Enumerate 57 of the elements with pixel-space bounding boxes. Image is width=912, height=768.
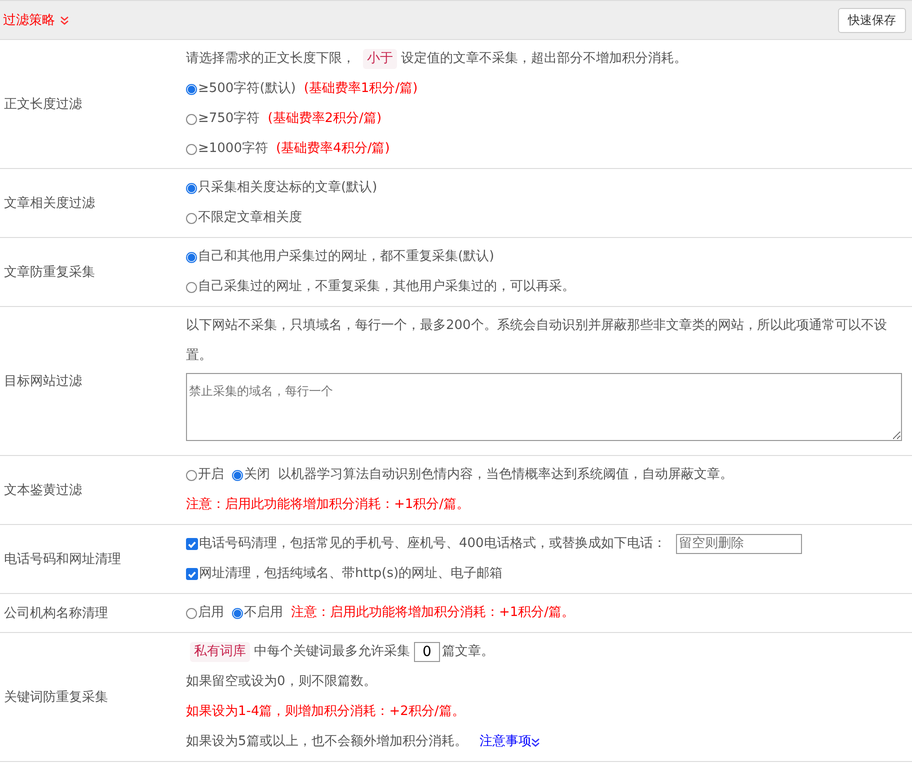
setting-label: 文章相关度过滤 bbox=[3, 195, 96, 213]
radio-button[interactable] bbox=[186, 84, 197, 94]
radio-button[interactable] bbox=[186, 144, 197, 154]
double-chevron-icon bbox=[60, 16, 69, 24]
radio-button[interactable] bbox=[186, 182, 197, 194]
radio-button[interactable] bbox=[186, 212, 197, 224]
radio-label[interactable]: 开启 bbox=[198, 460, 224, 490]
radio-button[interactable] bbox=[186, 282, 197, 292]
radio-label[interactable]: 只采集相关度达标的文章(默认) bbox=[198, 173, 378, 203]
phone-input-field[interactable]: 留空则删除 bbox=[676, 534, 802, 554]
description-text: 篇文章。 bbox=[442, 643, 494, 661]
count-input-field[interactable]: 0 bbox=[414, 642, 440, 662]
radio-label[interactable]: 不限定文章相关度 bbox=[198, 203, 302, 233]
radio-label[interactable]: 启用 bbox=[198, 598, 224, 628]
warning-text: (基础费率2积分/篇) bbox=[268, 110, 382, 128]
description-text: 以机器学习算法自动识别色情内容，当色情概率达到系统阈值，自动屏蔽文章。 bbox=[278, 466, 733, 484]
radio-label[interactable]: ≥1000字符 bbox=[198, 134, 268, 164]
radio-button[interactable] bbox=[232, 470, 243, 480]
warning-text: 注意：启用此功能将增加积分消耗：+1积分/篇。 bbox=[291, 604, 575, 622]
checkbox[interactable] bbox=[186, 538, 198, 550]
warning-text: 注意：启用此功能将增加积分消耗：+1积分/篇。 bbox=[186, 496, 470, 514]
description-text: 如果设为5篇或以上，也不会额外增加积分消耗。 bbox=[186, 733, 468, 751]
warning-text: 如果设为1-4篇，则增加积分消耗：+2积分/篇。 bbox=[186, 703, 465, 721]
warning-text: (基础费率4积分/篇) bbox=[276, 140, 390, 158]
description-text: 以下网站不采集，只填域名，每行一个，最多200个。系统会自动识别并屏蔽那些非文章类的网站，所以此项通常可以不设置。 bbox=[186, 317, 888, 365]
radio-button[interactable] bbox=[186, 470, 197, 480]
quick-save-button[interactable]: 快速保存 bbox=[838, 8, 906, 32]
setting-label: 目标网站过滤 bbox=[3, 373, 83, 391]
setting-label: 关键词防重复采集 bbox=[3, 689, 109, 707]
radio-button[interactable] bbox=[232, 608, 243, 618]
setting-label: 文章防重复采集 bbox=[3, 264, 96, 282]
radio-label[interactable]: ≥500字符(默认) bbox=[198, 74, 296, 104]
setting-label: 电话号码和网址清理 bbox=[3, 551, 122, 569]
setting-label: 文本鉴黄过滤 bbox=[3, 482, 83, 500]
radio-button[interactable] bbox=[186, 252, 197, 262]
description-text: 设定值的文章不采集，超出部分不增加积分消耗。 bbox=[401, 50, 687, 68]
radio-label[interactable]: ≥750字符 bbox=[198, 104, 260, 134]
radio-button[interactable] bbox=[186, 114, 197, 124]
description-text: 如果留空或设为0，则不限篇数。 bbox=[186, 673, 376, 691]
domain-textarea[interactable]: 禁止采集的域名，每行一个 bbox=[186, 373, 902, 441]
highlight-tag: 小于 bbox=[363, 49, 397, 69]
highlight-tag: 私有词库 bbox=[190, 642, 250, 662]
description-text: 请选择需求的正文长度下限， bbox=[186, 50, 355, 68]
description-text: 中每个关键词最多允许采集 bbox=[254, 643, 410, 661]
notes-link[interactable]: 注意事项 bbox=[479, 727, 532, 757]
radio-label[interactable]: 关闭 bbox=[244, 460, 270, 490]
radio-label[interactable]: 自己采集过的网址，不重复采集，其他用户采集过的，可以再采。 bbox=[198, 272, 575, 302]
checkbox-label[interactable]: 网址清理，包括纯域名、带http(s)的网址、电子邮箱 bbox=[199, 559, 503, 589]
radio-label[interactable]: 自己和其他用户采集过的网址，都不重复采集(默认) bbox=[198, 242, 494, 272]
double-chevron-icon bbox=[531, 738, 540, 746]
setting-label: 正文长度过滤 bbox=[3, 96, 83, 114]
checkbox[interactable] bbox=[186, 568, 198, 580]
checkbox-label[interactable]: 电话号码清理，包括常见的手机号、座机号、400电话格式，或替换成如下电话： bbox=[199, 529, 666, 559]
setting-label: 公司机构名称清理 bbox=[3, 605, 109, 623]
warning-text: (基础费率1积分/篇) bbox=[304, 80, 418, 98]
radio-label[interactable]: 不启用 bbox=[244, 598, 283, 628]
radio-button[interactable] bbox=[186, 608, 197, 618]
